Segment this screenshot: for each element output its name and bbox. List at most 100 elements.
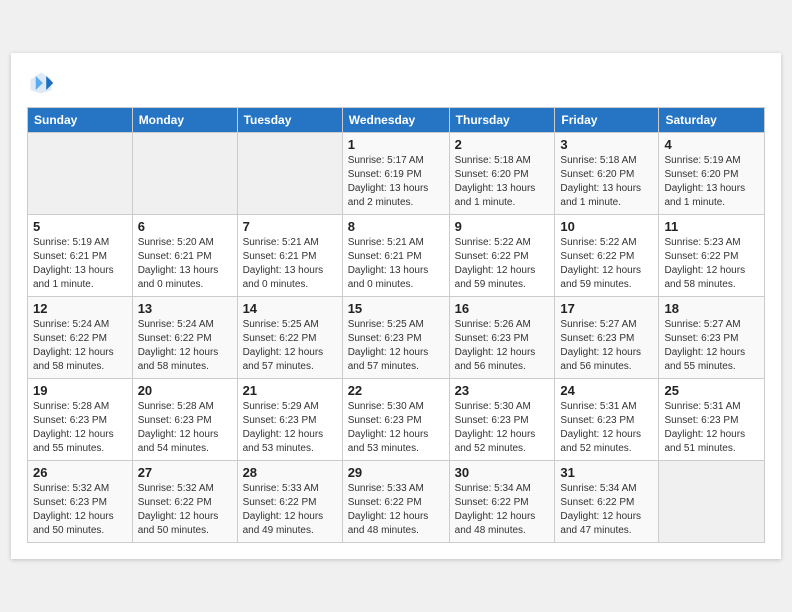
day-cell: 5 Sunrise: 5:19 AM Sunset: 6:21 PM Daylig… bbox=[28, 215, 133, 297]
day-number: 23 bbox=[455, 383, 550, 398]
day-number: 29 bbox=[348, 465, 444, 480]
week-row-1: 1 Sunrise: 5:17 AM Sunset: 6:19 PM Daylig… bbox=[28, 133, 765, 215]
day-number: 28 bbox=[243, 465, 337, 480]
weekday-header-monday: Monday bbox=[132, 108, 237, 133]
day-info: Sunrise: 5:21 AM Sunset: 6:21 PM Dayligh… bbox=[243, 236, 337, 292]
day-info: Sunrise: 5:19 AM Sunset: 6:21 PM Dayligh… bbox=[33, 236, 127, 292]
logo-icon bbox=[27, 69, 55, 97]
day-cell: 1 Sunrise: 5:17 AM Sunset: 6:19 PM Daylig… bbox=[342, 133, 449, 215]
week-row-3: 12 Sunrise: 5:24 AM Sunset: 6:22 PM Dayli… bbox=[28, 297, 765, 379]
day-info: Sunrise: 5:30 AM Sunset: 6:23 PM Dayligh… bbox=[348, 400, 444, 456]
day-cell: 25 Sunrise: 5:31 AM Sunset: 6:23 PM Dayli… bbox=[659, 379, 765, 461]
day-info: Sunrise: 5:28 AM Sunset: 6:23 PM Dayligh… bbox=[138, 400, 232, 456]
day-number: 30 bbox=[455, 465, 550, 480]
day-cell bbox=[28, 133, 133, 215]
day-info: Sunrise: 5:17 AM Sunset: 6:19 PM Dayligh… bbox=[348, 154, 444, 210]
week-row-4: 19 Sunrise: 5:28 AM Sunset: 6:23 PM Dayli… bbox=[28, 379, 765, 461]
day-number: 5 bbox=[33, 219, 127, 234]
day-number: 14 bbox=[243, 301, 337, 316]
day-number: 1 bbox=[348, 137, 444, 152]
day-info: Sunrise: 5:22 AM Sunset: 6:22 PM Dayligh… bbox=[560, 236, 653, 292]
day-cell: 29 Sunrise: 5:33 AM Sunset: 6:22 PM Dayli… bbox=[342, 461, 449, 543]
day-number: 16 bbox=[455, 301, 550, 316]
day-cell: 10 Sunrise: 5:22 AM Sunset: 6:22 PM Dayli… bbox=[555, 215, 659, 297]
day-number: 10 bbox=[560, 219, 653, 234]
day-info: Sunrise: 5:33 AM Sunset: 6:22 PM Dayligh… bbox=[348, 482, 444, 538]
day-cell: 15Sunrise: 5:25 AM Sunset: 6:23 PM Dayli… bbox=[342, 297, 449, 379]
day-number: 13 bbox=[138, 301, 232, 316]
day-cell: 21Sunrise: 5:29 AM Sunset: 6:23 PM Dayli… bbox=[237, 379, 342, 461]
day-info: Sunrise: 5:32 AM Sunset: 6:22 PM Dayligh… bbox=[138, 482, 232, 538]
day-number: 12 bbox=[33, 301, 127, 316]
day-cell bbox=[237, 133, 342, 215]
day-number: 26 bbox=[33, 465, 127, 480]
day-info: Sunrise: 5:18 AM Sunset: 6:20 PM Dayligh… bbox=[455, 154, 550, 210]
day-info: Sunrise: 5:24 AM Sunset: 6:22 PM Dayligh… bbox=[138, 318, 232, 374]
day-cell: 24 Sunrise: 5:31 AM Sunset: 6:23 PM Dayli… bbox=[555, 379, 659, 461]
day-info: Sunrise: 5:19 AM Sunset: 6:20 PM Dayligh… bbox=[664, 154, 759, 210]
day-info: Sunrise: 5:18 AM Sunset: 6:20 PM Dayligh… bbox=[560, 154, 653, 210]
day-info: Sunrise: 5:33 AM Sunset: 6:22 PM Dayligh… bbox=[243, 482, 337, 538]
day-cell: 14 Sunrise: 5:25 AM Sunset: 6:22 PM Dayli… bbox=[237, 297, 342, 379]
day-info: Sunrise: 5:32 AM Sunset: 6:23 PM Dayligh… bbox=[33, 482, 127, 538]
day-number: 11 bbox=[664, 219, 759, 234]
day-number: 19 bbox=[33, 383, 127, 398]
day-number: 6 bbox=[138, 219, 232, 234]
day-number: 7 bbox=[243, 219, 337, 234]
day-cell: 3 Sunrise: 5:18 AM Sunset: 6:20 PM Daylig… bbox=[555, 133, 659, 215]
day-number: 22 bbox=[348, 383, 444, 398]
day-cell: 27 Sunrise: 5:32 AM Sunset: 6:22 PM Dayli… bbox=[132, 461, 237, 543]
weekday-header-saturday: Saturday bbox=[659, 108, 765, 133]
day-info: Sunrise: 5:20 AM Sunset: 6:21 PM Dayligh… bbox=[138, 236, 232, 292]
day-info: Sunrise: 5:27 AM Sunset: 6:23 PM Dayligh… bbox=[664, 318, 759, 374]
day-number: 25 bbox=[664, 383, 759, 398]
day-cell bbox=[659, 461, 765, 543]
week-row-2: 5 Sunrise: 5:19 AM Sunset: 6:21 PM Daylig… bbox=[28, 215, 765, 297]
calendar-container: SundayMondayTuesdayWednesdayThursdayFrid… bbox=[11, 53, 781, 559]
weekday-header-row: SundayMondayTuesdayWednesdayThursdayFrid… bbox=[28, 108, 765, 133]
weekday-header-friday: Friday bbox=[555, 108, 659, 133]
day-cell: 26 Sunrise: 5:32 AM Sunset: 6:23 PM Dayli… bbox=[28, 461, 133, 543]
weekday-header-sunday: Sunday bbox=[28, 108, 133, 133]
day-cell: 8 Sunrise: 5:21 AM Sunset: 6:21 PM Daylig… bbox=[342, 215, 449, 297]
day-cell: 23Sunrise: 5:30 AM Sunset: 6:23 PM Dayli… bbox=[449, 379, 555, 461]
day-info: Sunrise: 5:25 AM Sunset: 6:23 PM Dayligh… bbox=[348, 318, 444, 374]
day-number: 18 bbox=[664, 301, 759, 316]
day-cell: 12Sunrise: 5:24 AM Sunset: 6:22 PM Dayli… bbox=[28, 297, 133, 379]
weekday-header-thursday: Thursday bbox=[449, 108, 555, 133]
header-row bbox=[27, 69, 765, 97]
day-number: 4 bbox=[664, 137, 759, 152]
day-cell: 9Sunrise: 5:22 AM Sunset: 6:22 PM Daylig… bbox=[449, 215, 555, 297]
day-info: Sunrise: 5:31 AM Sunset: 6:23 PM Dayligh… bbox=[664, 400, 759, 456]
day-cell: 4 Sunrise: 5:19 AM Sunset: 6:20 PM Daylig… bbox=[659, 133, 765, 215]
day-cell: 20 Sunrise: 5:28 AM Sunset: 6:23 PM Dayli… bbox=[132, 379, 237, 461]
day-cell: 17 Sunrise: 5:27 AM Sunset: 6:23 PM Dayli… bbox=[555, 297, 659, 379]
day-number: 21 bbox=[243, 383, 337, 398]
day-number: 27 bbox=[138, 465, 232, 480]
day-cell bbox=[132, 133, 237, 215]
day-number: 17 bbox=[560, 301, 653, 316]
calendar-grid: SundayMondayTuesdayWednesdayThursdayFrid… bbox=[27, 107, 765, 543]
day-info: Sunrise: 5:27 AM Sunset: 6:23 PM Dayligh… bbox=[560, 318, 653, 374]
day-cell: 19 Sunrise: 5:28 AM Sunset: 6:23 PM Dayli… bbox=[28, 379, 133, 461]
weekday-header-tuesday: Tuesday bbox=[237, 108, 342, 133]
day-cell: 22 Sunrise: 5:30 AM Sunset: 6:23 PM Dayli… bbox=[342, 379, 449, 461]
day-info: Sunrise: 5:31 AM Sunset: 6:23 PM Dayligh… bbox=[560, 400, 653, 456]
day-cell: 6 Sunrise: 5:20 AM Sunset: 6:21 PM Daylig… bbox=[132, 215, 237, 297]
day-info: Sunrise: 5:21 AM Sunset: 6:21 PM Dayligh… bbox=[348, 236, 444, 292]
day-cell: 13 Sunrise: 5:24 AM Sunset: 6:22 PM Dayli… bbox=[132, 297, 237, 379]
day-cell: 30 Sunrise: 5:34 AM Sunset: 6:22 PM Dayli… bbox=[449, 461, 555, 543]
day-info: Sunrise: 5:25 AM Sunset: 6:22 PM Dayligh… bbox=[243, 318, 337, 374]
day-cell: 11Sunrise: 5:23 AM Sunset: 6:22 PM Dayli… bbox=[659, 215, 765, 297]
day-cell: 31Sunrise: 5:34 AM Sunset: 6:22 PM Dayli… bbox=[555, 461, 659, 543]
day-info: Sunrise: 5:28 AM Sunset: 6:23 PM Dayligh… bbox=[33, 400, 127, 456]
day-number: 3 bbox=[560, 137, 653, 152]
day-number: 24 bbox=[560, 383, 653, 398]
day-info: Sunrise: 5:26 AM Sunset: 6:23 PM Dayligh… bbox=[455, 318, 550, 374]
day-number: 9 bbox=[455, 219, 550, 234]
day-number: 31 bbox=[560, 465, 653, 480]
week-row-5: 26 Sunrise: 5:32 AM Sunset: 6:23 PM Dayli… bbox=[28, 461, 765, 543]
day-info: Sunrise: 5:34 AM Sunset: 6:22 PM Dayligh… bbox=[455, 482, 550, 538]
day-number: 20 bbox=[138, 383, 232, 398]
day-number: 8 bbox=[348, 219, 444, 234]
